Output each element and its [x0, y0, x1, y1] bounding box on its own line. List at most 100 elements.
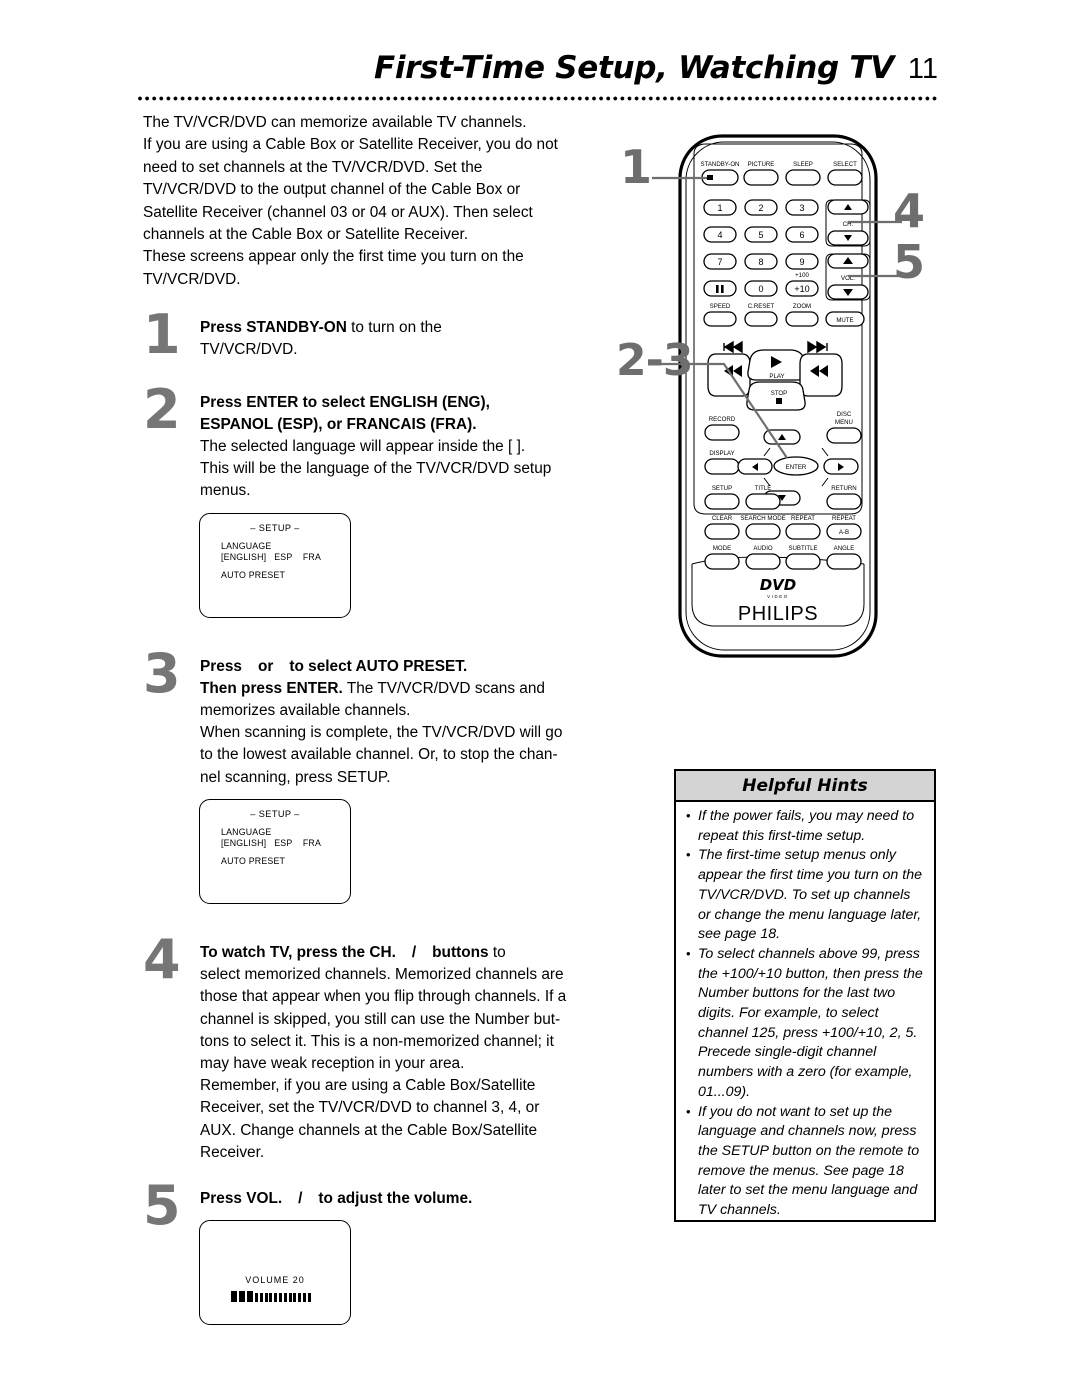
step-number: 1 [143, 303, 181, 367]
fast-forward-button[interactable] [799, 353, 843, 397]
step-line: may have weak reception in your area. [200, 1054, 465, 1072]
picture-label: PICTURE [748, 161, 775, 168]
volume-segment-empty [288, 1293, 292, 1303]
step-bold: Press ENTER to select ENGLISH (ENG), [200, 393, 490, 411]
step-line: channel is skipped, you still can use th… [200, 1010, 561, 1028]
record-button[interactable] [704, 424, 740, 441]
remote-control-figure: 1 2-3 4 5 .body-out { fill:#fff; stroke:… [612, 128, 982, 708]
step-3: 3 Press or to select AUTO PRESET. Then pre… [143, 646, 613, 789]
repeat-button[interactable] [785, 523, 821, 540]
step-bold: Press VOL. [200, 1189, 283, 1207]
volume-segment-empty [274, 1293, 278, 1303]
step-number: 2 [143, 377, 181, 441]
step-line: Receiver. [200, 1143, 265, 1161]
svg-text:8: 8 [758, 257, 763, 267]
disc-menu-button[interactable] [826, 427, 862, 444]
volume-segment-filled [247, 1291, 253, 1303]
select-button[interactable] [827, 169, 863, 186]
title-button[interactable] [745, 493, 781, 510]
speed-button[interactable] [703, 311, 737, 327]
step-bold-slash: / [298, 1189, 303, 1207]
record-label: RECORD [709, 416, 736, 423]
step-line: those that appear when you flip through … [200, 988, 567, 1006]
volume-segment-empty [298, 1293, 302, 1303]
volume-segment-empty [293, 1293, 297, 1303]
step-bold: Press STANDBY-ON [200, 319, 347, 337]
plus-100-label: +100 [795, 272, 809, 279]
setup-button[interactable] [704, 493, 740, 510]
callout-2-3: 2-3 [616, 335, 693, 386]
osd-title: – SETUP – [250, 522, 300, 533]
intro-line: These screens appear only the first time… [143, 248, 524, 266]
osd-auto-preset: AUTO PRESET [221, 569, 286, 580]
step-line: This will be the language of the TV/VCR/… [200, 460, 552, 478]
osd-language-label: LANGUAGE [221, 826, 272, 837]
step-text: Press ENTER to select ENGLISH (ENG), ESP… [200, 392, 613, 503]
audio-button[interactable] [745, 553, 781, 570]
page-header: First-Time Setup, Watching TV 11 [138, 50, 938, 112]
step-rest: The TV/VCR/DVD scans and [342, 679, 545, 697]
return-button[interactable] [826, 493, 862, 510]
svg-text:5: 5 [758, 230, 763, 240]
speed-label: SPEED [710, 303, 731, 310]
helpful-hints-header: Helpful Hints [676, 771, 934, 802]
volume-segment-empty [259, 1293, 263, 1303]
volume-segment-empty [307, 1293, 311, 1303]
zoom-button[interactable] [785, 311, 819, 327]
mute-label: MUTE [836, 317, 853, 324]
step-line: select memorized channels. Memorized cha… [200, 966, 564, 984]
step-line: The selected language will appear inside… [200, 438, 526, 456]
step-text: To watch TV, press the CH. / buttons to se… [200, 942, 613, 1164]
step-text: Press STANDBY-ON to turn on the TV/VCR/D… [200, 317, 613, 361]
volume-segment-empty [264, 1293, 268, 1303]
c-reset-button[interactable] [744, 311, 778, 327]
step-line: Then press ENTER. The TV/VCR/DVD scans a… [200, 678, 613, 700]
angle-button[interactable] [826, 553, 862, 570]
intro-line: TV/VCR/DVD to the output channel of the … [143, 181, 521, 199]
subtitle-button[interactable] [785, 553, 821, 570]
hint-item: If you do not want to set up the languag… [685, 1102, 926, 1221]
play-label: PLAY [769, 373, 784, 380]
step-line: nel scanning, press SETUP. [200, 768, 391, 786]
intro-paragraph: The TV/VCR/DVD can memorize available TV… [143, 112, 613, 291]
hint-item: The first-time setup menus only appear t… [685, 845, 926, 945]
osd-language-options: [ENGLISH] ESP FRA [221, 837, 322, 848]
helpful-hints-title: Helpful Hints [742, 775, 868, 796]
picture-button[interactable] [743, 169, 779, 186]
sleep-button[interactable] [785, 169, 821, 186]
step-line: Press ENTER to select ENGLISH (ENG), [200, 392, 613, 414]
step-line: Press VOL. / to adjust the volume. [200, 1188, 613, 1210]
callout-4: 4 [893, 184, 925, 238]
search-mode-button[interactable] [745, 523, 781, 540]
page-number: 11 [907, 53, 938, 85]
step-5: 5 Press VOL. / to adjust the volume. [143, 1178, 613, 1232]
mode-label: MODE [713, 545, 731, 552]
header-dotted-rule [138, 96, 938, 101]
pause-button[interactable] [703, 280, 737, 297]
intro-line: If you are using a Cable Box or Satellit… [143, 136, 558, 154]
svg-text:+10: +10 [794, 284, 809, 294]
mode-button[interactable] [704, 553, 740, 570]
rewind-button[interactable] [707, 353, 751, 397]
step-4: 4 To watch TV, press the CH. / buttons to … [143, 932, 613, 1164]
clear-button[interactable] [704, 523, 740, 540]
step-line: Press or to select AUTO PRESET. [200, 656, 613, 678]
step-line: to the lowest available channel. Or, to … [200, 746, 558, 764]
step-line: ESPANOL (ESP), or FRANCAIS (FRA). [200, 414, 613, 436]
display-label: DISPLAY [709, 450, 734, 457]
step-text: Press VOL. / to adjust the volume. [200, 1188, 613, 1210]
subtitle-label: SUBTITLE [788, 545, 817, 552]
step-line: To watch TV, press the CH. / buttons to [200, 942, 613, 964]
helpful-hints-list: If the power fails, you may need to repe… [676, 802, 934, 1221]
step-bold: ESPANOL (ESP), or FRANCAIS (FRA). [200, 415, 477, 433]
step-line: menus. [200, 482, 251, 500]
step-2: 2 Press ENTER to select ENGLISH (ENG), E… [143, 382, 613, 503]
step-line: Receiver, set the TV/VCR/DVD to channel … [200, 1099, 540, 1117]
osd-language-label: LANGUAGE [221, 540, 272, 551]
audio-label: AUDIO [753, 545, 773, 552]
display-button[interactable] [704, 458, 740, 475]
step-number: 3 [143, 641, 181, 705]
volume-segment-empty [302, 1293, 306, 1303]
setup-menu-screen-1: – SETUP – LANGUAGE [ENGLISH] ESP FRA AUT… [199, 512, 351, 618]
svg-text:7: 7 [717, 257, 722, 267]
